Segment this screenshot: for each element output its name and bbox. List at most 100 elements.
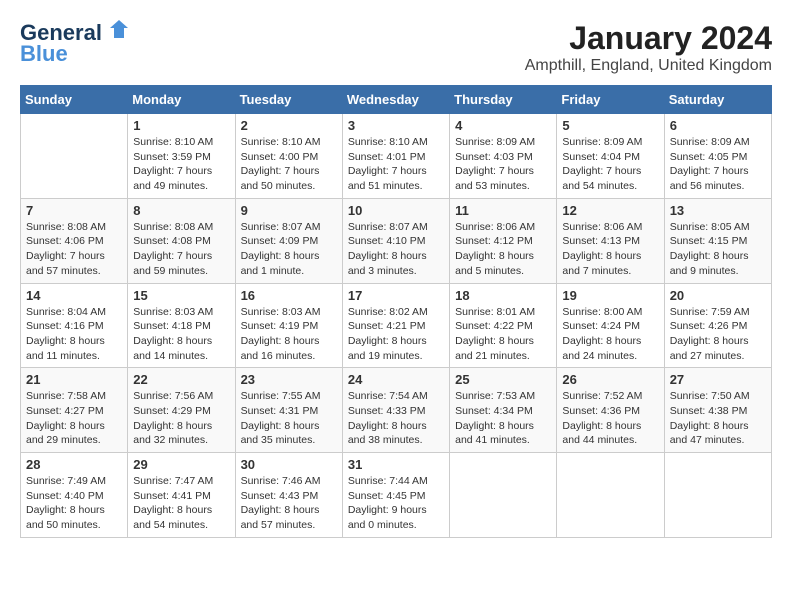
calendar-week-row: 7Sunrise: 8:08 AMSunset: 4:06 PMDaylight…: [21, 198, 772, 283]
day-info: Sunrise: 8:09 AMSunset: 4:03 PMDaylight:…: [455, 135, 551, 194]
calendar-day-cell: 22Sunrise: 7:56 AMSunset: 4:29 PMDayligh…: [128, 368, 235, 453]
calendar-day-cell: [450, 453, 557, 538]
day-info: Sunrise: 8:06 AMSunset: 4:12 PMDaylight:…: [455, 220, 551, 279]
day-info: Sunrise: 8:10 AMSunset: 4:00 PMDaylight:…: [241, 135, 337, 194]
calendar-day-cell: 7Sunrise: 8:08 AMSunset: 4:06 PMDaylight…: [21, 198, 128, 283]
calendar-day-cell: 10 Sunrise: 8:07 AMSunset: 4:10 PMDayligh…: [342, 198, 449, 283]
calendar-day-cell: [664, 453, 771, 538]
day-info: Sunrise: 7:46 AMSunset: 4:43 PMDaylight:…: [241, 474, 337, 533]
calendar-day-cell: 3Sunrise: 8:10 AMSunset: 4:01 PMDaylight…: [342, 114, 449, 199]
day-number: 2: [241, 118, 337, 133]
location: Ampthill, England, United Kingdom: [525, 57, 772, 75]
day-info: Sunrise: 8:03 AMSunset: 4:18 PMDaylight:…: [133, 305, 229, 364]
day-of-week-header: Sunday: [21, 86, 128, 114]
calendar-day-cell: 15Sunrise: 8:03 AMSunset: 4:18 PMDayligh…: [128, 283, 235, 368]
calendar-day-cell: [557, 453, 664, 538]
day-number: 5: [562, 118, 658, 133]
calendar-day-cell: 6 Sunrise: 8:09 AMSunset: 4:05 PMDaylight…: [664, 114, 771, 199]
day-number: 28: [26, 457, 122, 472]
day-info: Sunrise: 8:02 AMSunset: 4:21 PMDaylight:…: [348, 305, 444, 364]
calendar-day-cell: 25 Sunrise: 7:53 AMSunset: 4:34 PMDayligh…: [450, 368, 557, 453]
calendar-week-row: 28 Sunrise: 7:49 AMSunset: 4:40 PMDayligh…: [21, 453, 772, 538]
day-number: 23: [241, 372, 337, 387]
day-info: Sunrise: 8:00 AMSunset: 4:24 PMDaylight:…: [562, 305, 658, 364]
day-of-week-header: Friday: [557, 86, 664, 114]
day-number: 6: [670, 118, 766, 133]
day-info: Sunrise: 8:03 AMSunset: 4:19 PMDaylight:…: [241, 305, 337, 364]
day-info: Sunrise: 7:55 AMSunset: 4:31 PMDaylight:…: [241, 389, 337, 448]
calendar-day-cell: 11 Sunrise: 8:06 AMSunset: 4:12 PMDayligh…: [450, 198, 557, 283]
day-number: 27: [670, 372, 766, 387]
calendar-day-cell: 8 Sunrise: 8:08 AMSunset: 4:08 PMDaylight…: [128, 198, 235, 283]
calendar-week-row: 14Sunrise: 8:04 AMSunset: 4:16 PMDayligh…: [21, 283, 772, 368]
day-number: 16: [241, 288, 337, 303]
calendar-week-row: 1 Sunrise: 8:10 AMSunset: 3:59 PMDaylight…: [21, 114, 772, 199]
calendar-day-cell: 12 Sunrise: 8:06 AMSunset: 4:13 PMDayligh…: [557, 198, 664, 283]
day-info: Sunrise: 7:58 AMSunset: 4:27 PMDaylight:…: [26, 389, 122, 448]
calendar-day-cell: 28 Sunrise: 7:49 AMSunset: 4:40 PMDayligh…: [21, 453, 128, 538]
day-info: Sunrise: 7:47 AMSunset: 4:41 PMDaylight:…: [133, 474, 229, 533]
day-number: 13: [670, 203, 766, 218]
day-info: Sunrise: 7:49 AMSunset: 4:40 PMDaylight:…: [26, 474, 122, 533]
calendar-day-cell: 19 Sunrise: 8:00 AMSunset: 4:24 PMDayligh…: [557, 283, 664, 368]
day-number: 20: [670, 288, 766, 303]
day-info: Sunrise: 8:06 AMSunset: 4:13 PMDaylight:…: [562, 220, 658, 279]
logo: General Blue: [20, 20, 128, 67]
day-number: 30: [241, 457, 337, 472]
calendar-day-cell: 14Sunrise: 8:04 AMSunset: 4:16 PMDayligh…: [21, 283, 128, 368]
calendar-day-cell: 17 Sunrise: 8:02 AMSunset: 4:21 PMDayligh…: [342, 283, 449, 368]
calendar-day-cell: 31 Sunrise: 7:44 AMSunset: 4:45 PMDayligh…: [342, 453, 449, 538]
day-info: Sunrise: 8:05 AMSunset: 4:15 PMDaylight:…: [670, 220, 766, 279]
calendar-day-cell: 23 Sunrise: 7:55 AMSunset: 4:31 PMDayligh…: [235, 368, 342, 453]
day-number: 9: [241, 203, 337, 218]
day-number: 29: [133, 457, 229, 472]
calendar-day-cell: 26Sunrise: 7:52 AMSunset: 4:36 PMDayligh…: [557, 368, 664, 453]
day-number: 11: [455, 203, 551, 218]
day-number: 3: [348, 118, 444, 133]
day-of-week-header: Thursday: [450, 86, 557, 114]
day-info: Sunrise: 8:09 AMSunset: 4:04 PMDaylight:…: [562, 135, 658, 194]
day-number: 17: [348, 288, 444, 303]
day-info: Sunrise: 8:08 AMSunset: 4:08 PMDaylight:…: [133, 220, 229, 279]
day-info: Sunrise: 7:54 AMSunset: 4:33 PMDaylight:…: [348, 389, 444, 448]
calendar-day-cell: 4 Sunrise: 8:09 AMSunset: 4:03 PMDaylight…: [450, 114, 557, 199]
page-header: General Blue January 2024 Ampthill, Engl…: [20, 20, 772, 75]
calendar-day-cell: 21 Sunrise: 7:58 AMSunset: 4:27 PMDayligh…: [21, 368, 128, 453]
calendar-day-cell: [21, 114, 128, 199]
day-number: 4: [455, 118, 551, 133]
day-number: 25: [455, 372, 551, 387]
day-info: Sunrise: 8:07 AMSunset: 4:10 PMDaylight:…: [348, 220, 444, 279]
day-number: 12: [562, 203, 658, 218]
calendar-day-cell: 18Sunrise: 8:01 AMSunset: 4:22 PMDayligh…: [450, 283, 557, 368]
month-title: January 2024: [525, 20, 772, 57]
day-info: Sunrise: 7:53 AMSunset: 4:34 PMDaylight:…: [455, 389, 551, 448]
day-info: Sunrise: 7:50 AMSunset: 4:38 PMDaylight:…: [670, 389, 766, 448]
calendar-day-cell: 2 Sunrise: 8:10 AMSunset: 4:00 PMDaylight…: [235, 114, 342, 199]
day-info: Sunrise: 8:09 AMSunset: 4:05 PMDaylight:…: [670, 135, 766, 194]
day-number: 21: [26, 372, 122, 387]
day-number: 26: [562, 372, 658, 387]
day-info: Sunrise: 7:56 AMSunset: 4:29 PMDaylight:…: [133, 389, 229, 448]
days-of-week-row: SundayMondayTuesdayWednesdayThursdayFrid…: [21, 86, 772, 114]
day-number: 19: [562, 288, 658, 303]
day-info: Sunrise: 7:59 AMSunset: 4:26 PMDaylight:…: [670, 305, 766, 364]
logo-icon: [110, 18, 128, 40]
day-number: 1: [133, 118, 229, 133]
calendar-day-cell: 30 Sunrise: 7:46 AMSunset: 4:43 PMDayligh…: [235, 453, 342, 538]
day-info: Sunrise: 8:07 AMSunset: 4:09 PMDaylight:…: [241, 220, 337, 279]
day-number: 14: [26, 288, 122, 303]
calendar-day-cell: 27 Sunrise: 7:50 AMSunset: 4:38 PMDayligh…: [664, 368, 771, 453]
calendar-day-cell: 29 Sunrise: 7:47 AMSunset: 4:41 PMDayligh…: [128, 453, 235, 538]
day-info: Sunrise: 8:08 AMSunset: 4:06 PMDaylight:…: [26, 220, 122, 279]
day-info: Sunrise: 8:10 AMSunset: 3:59 PMDaylight:…: [133, 135, 229, 194]
day-of-week-header: Wednesday: [342, 86, 449, 114]
day-number: 10: [348, 203, 444, 218]
calendar-day-cell: 9 Sunrise: 8:07 AMSunset: 4:09 PMDaylight…: [235, 198, 342, 283]
calendar-day-cell: 20 Sunrise: 7:59 AMSunset: 4:26 PMDayligh…: [664, 283, 771, 368]
day-number: 24: [348, 372, 444, 387]
day-info: Sunrise: 7:44 AMSunset: 4:45 PMDaylight:…: [348, 474, 444, 533]
day-of-week-header: Monday: [128, 86, 235, 114]
day-number: 31: [348, 457, 444, 472]
calendar-day-cell: 1 Sunrise: 8:10 AMSunset: 3:59 PMDaylight…: [128, 114, 235, 199]
day-number: 8: [133, 203, 229, 218]
